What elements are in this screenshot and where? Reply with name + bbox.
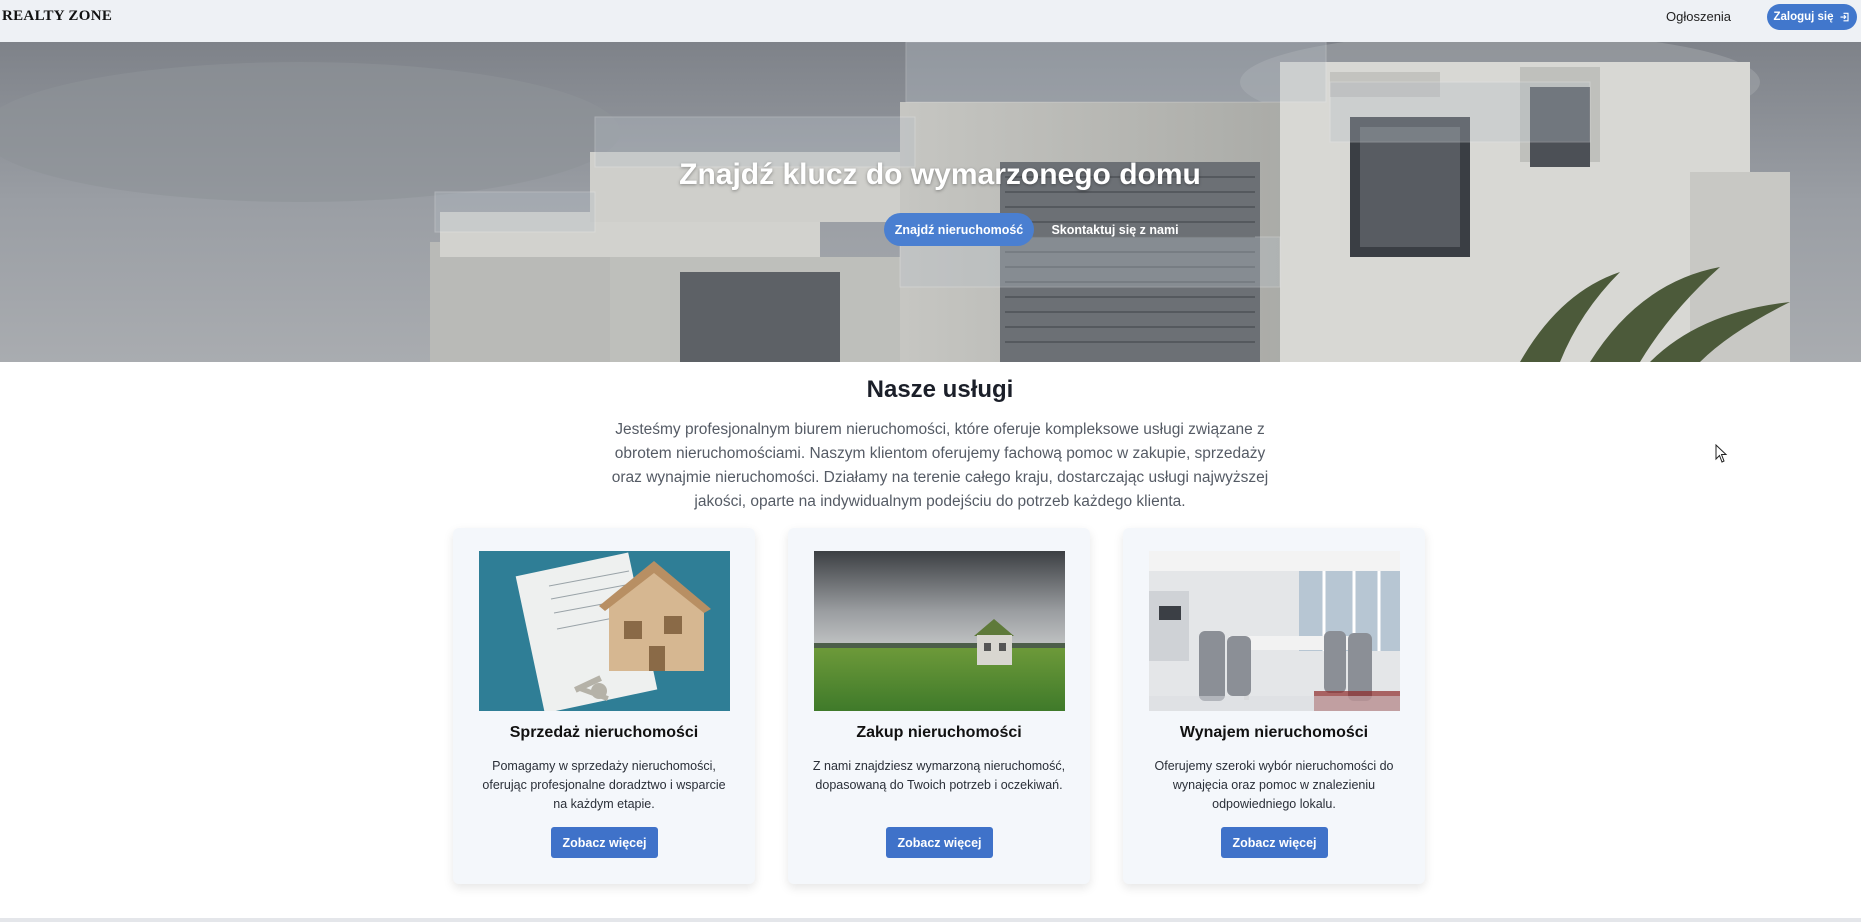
card-text: Oferujemy szeroki wybór nieruchomości do… xyxy=(1154,759,1394,811)
service-card-sale: Sprzedaż nieruchomości Pomagamy w sprzed… xyxy=(453,528,755,884)
see-more-button[interactable]: Zobacz więcej xyxy=(551,827,658,858)
find-property-button[interactable]: Znajdź nieruchomość xyxy=(884,213,1034,246)
hero-building-image xyxy=(0,42,1861,362)
card-image-dining-room xyxy=(1149,551,1400,711)
navbar: REALTY ZONE Ogłoszenia Zaloguj się xyxy=(0,0,1861,42)
login-button[interactable]: Zaloguj się xyxy=(1767,4,1857,30)
mouse-cursor-icon xyxy=(1715,444,1728,463)
services-description: Jesteśmy profesjonalnym biurem nieruchom… xyxy=(611,421,1269,510)
card-text: Pomagamy w sprzedaży nieruchomości, ofer… xyxy=(482,759,726,811)
card-image-house-keys xyxy=(479,551,730,711)
see-more-button[interactable]: Zobacz więcej xyxy=(886,827,993,858)
contact-us-button[interactable]: Skontaktuj się z nami xyxy=(1045,213,1185,246)
card-title: Wynajem nieruchomości xyxy=(1179,724,1369,741)
sign-in-icon xyxy=(1840,12,1849,22)
login-button-label: Zaloguj się xyxy=(1773,11,1834,23)
hero-banner: Znajdź klucz do wymarzonego domu Znajdź … xyxy=(0,42,1861,362)
service-card-purchase: Zakup nieruchomości Z nami znajdziesz wy… xyxy=(788,528,1090,884)
card-title: Sprzedaż nieruchomości xyxy=(509,724,699,741)
footer-divider xyxy=(0,918,1861,922)
card-text: Z nami znajdziesz wymarzoną nieruchomość… xyxy=(812,759,1066,792)
card-title: Zakup nieruchomości xyxy=(856,724,1022,741)
services-title: Nasze usługi xyxy=(866,376,1014,403)
brand-logo[interactable]: REALTY ZONE xyxy=(2,8,112,25)
card-image-field-house xyxy=(814,551,1065,711)
service-card-rental: Wynajem nieruchomości Oferujemy szeroki … xyxy=(1123,528,1425,884)
see-more-button[interactable]: Zobacz więcej xyxy=(1221,827,1328,858)
hero-title: Znajdź klucz do wymarzonego domu xyxy=(679,158,1201,191)
nav-link-listings[interactable]: Ogłoszenia xyxy=(1666,9,1731,24)
